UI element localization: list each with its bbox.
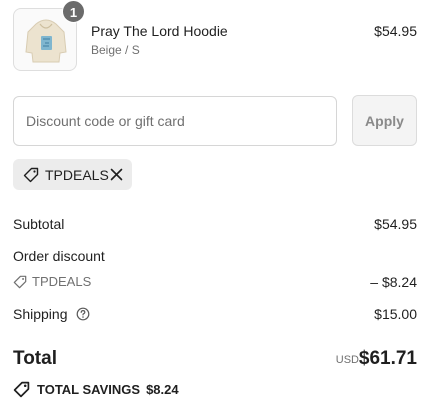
currency-code: USD xyxy=(335,354,359,366)
subtotal-label: Subtotal xyxy=(13,216,65,232)
tag-icon xyxy=(13,381,30,398)
order-discount-code-text: TPDEALS xyxy=(32,274,92,289)
order-discount-label: Order discount xyxy=(13,248,105,264)
applied-discount-chip: TPDEALS xyxy=(13,159,132,190)
total-label: Total xyxy=(13,348,57,369)
line-item: 1 Pray The Lord Hoodie Beige / S $54.95 xyxy=(13,0,417,71)
product-name: Pray The Lord Hoodie xyxy=(91,23,228,39)
order-discount-code: TPDEALS xyxy=(13,274,91,289)
quantity-badge: 1 xyxy=(62,0,85,23)
shipping-label-text: Shipping xyxy=(13,306,68,322)
shipping-label: Shipping xyxy=(13,306,90,322)
subtotal-value: $54.95 xyxy=(374,216,417,232)
product-price: $54.95 xyxy=(374,23,417,39)
shipping-value: $15.00 xyxy=(374,306,417,322)
apply-button[interactable]: Apply xyxy=(352,95,417,146)
order-discount-value: – $8.24 xyxy=(370,274,417,290)
total-savings: TOTAL SAVINGS $8.24 xyxy=(13,381,179,398)
help-icon[interactable] xyxy=(76,307,90,321)
total-value: $61.71 xyxy=(358,348,417,369)
discount-code-input[interactable] xyxy=(13,96,337,146)
close-icon[interactable] xyxy=(109,167,124,182)
applied-discount-code: TPDEALS xyxy=(45,166,109,183)
tag-icon xyxy=(13,275,27,288)
product-variant: Beige / S xyxy=(91,43,140,57)
total-savings-value: $8.24 xyxy=(146,382,179,397)
tag-icon xyxy=(23,167,39,182)
total-savings-label: TOTAL SAVINGS xyxy=(37,382,141,397)
